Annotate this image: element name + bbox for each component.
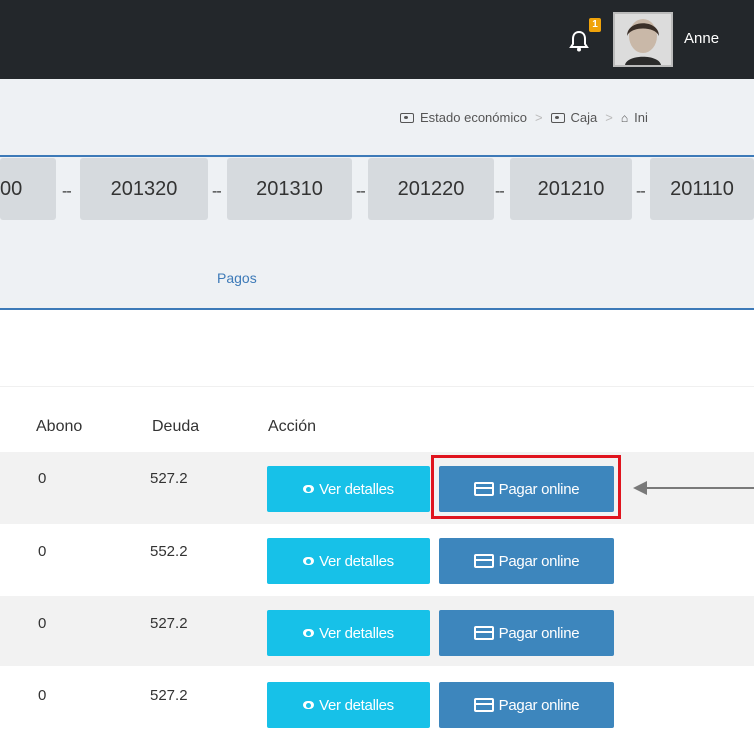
period-tab[interactable]: 201310 — [227, 158, 352, 220]
ver-detalles-label: Ver detalles — [319, 696, 394, 714]
period-connector: -- — [62, 183, 72, 200]
ver-detalles-button[interactable]: Ver detalles — [267, 682, 430, 728]
cell-deuda: 527.2 — [150, 615, 188, 632]
cell-abono: 0 — [38, 543, 47, 560]
period-tab[interactable]: 00 — [0, 158, 56, 220]
divider — [0, 386, 754, 387]
period-tab-label: 00 — [0, 177, 23, 200]
bell-icon[interactable] — [569, 30, 589, 52]
period-connector: -- — [636, 183, 646, 200]
period-tab[interactable]: 201210 — [510, 158, 632, 220]
period-connector: -- — [356, 183, 366, 200]
eye-icon — [303, 701, 315, 709]
avatar-image — [615, 14, 671, 65]
column-header-deuda: Deuda — [152, 418, 200, 435]
money-icon — [550, 112, 565, 123]
pagar-online-label: Pagar online — [498, 552, 580, 570]
breadcrumb-item-caja[interactable]: Caja — [571, 110, 598, 125]
pagar-online-label: Pagar online — [498, 696, 580, 714]
period-tab-label: 201220 — [397, 177, 465, 200]
highlight-box — [431, 455, 621, 519]
ver-detalles-button[interactable]: Ver detalles — [267, 538, 430, 584]
cell-deuda: 527.2 — [150, 687, 188, 704]
breadcrumb-separator: > — [605, 110, 613, 125]
period-connector: -- — [212, 183, 222, 200]
eye-icon — [303, 629, 315, 637]
money-icon — [400, 112, 414, 123]
period-tab[interactable]: 201110 — [650, 158, 754, 220]
eye-icon — [303, 557, 315, 565]
ver-detalles-label: Ver detalles — [319, 552, 394, 570]
breadcrumb: Estado económico > Caja > ⌂ Ini — [400, 110, 648, 125]
credit-card-icon — [473, 554, 494, 568]
pagar-online-button[interactable]: Pagar online — [439, 538, 614, 584]
period-tab-label: 201110 — [670, 177, 734, 200]
credit-card-icon — [473, 626, 494, 640]
breadcrumb-item-inicio[interactable]: Ini — [634, 110, 648, 125]
ver-detalles-label: Ver detalles — [319, 480, 394, 498]
credit-card-icon — [473, 698, 494, 712]
ver-detalles-label: Ver detalles — [319, 624, 394, 642]
period-tab[interactable]: 201320 — [80, 158, 208, 220]
period-tab-label: 201320 — [110, 177, 178, 200]
breadcrumb-item-estado[interactable]: Estado económico — [420, 110, 527, 125]
cell-abono: 0 — [38, 615, 47, 632]
cell-abono: 0 — [38, 470, 47, 487]
notification-badge: 1 — [589, 18, 601, 32]
eye-icon — [303, 485, 315, 493]
period-tab-label: 201210 — [537, 177, 605, 200]
column-header-abono: Abono — [36, 418, 83, 435]
home-icon: ⌂ — [620, 110, 629, 125]
period-tab[interactable]: 201220 — [368, 158, 494, 220]
cell-abono: 0 — [38, 687, 47, 704]
ver-detalles-button[interactable]: Ver detalles — [267, 610, 430, 656]
pagar-online-button[interactable]: Pagar online — [439, 682, 614, 728]
cell-deuda: 552.2 — [150, 543, 188, 560]
pagar-online-label: Pagar online — [498, 624, 580, 642]
cell-deuda: 527.2 — [150, 470, 188, 487]
avatar[interactable] — [613, 12, 673, 67]
period-tab-label: 201310 — [256, 177, 323, 200]
breadcrumb-separator: > — [534, 110, 543, 125]
pagos-link[interactable]: Pagos — [217, 270, 257, 286]
period-connector: -- — [495, 183, 505, 200]
username[interactable]: Anne — [684, 30, 719, 47]
ver-detalles-button[interactable]: Ver detalles — [267, 466, 430, 512]
column-header-accion: Acción — [268, 418, 317, 435]
pagar-online-button[interactable]: Pagar online — [439, 610, 614, 656]
pointer-arrow — [645, 487, 754, 489]
